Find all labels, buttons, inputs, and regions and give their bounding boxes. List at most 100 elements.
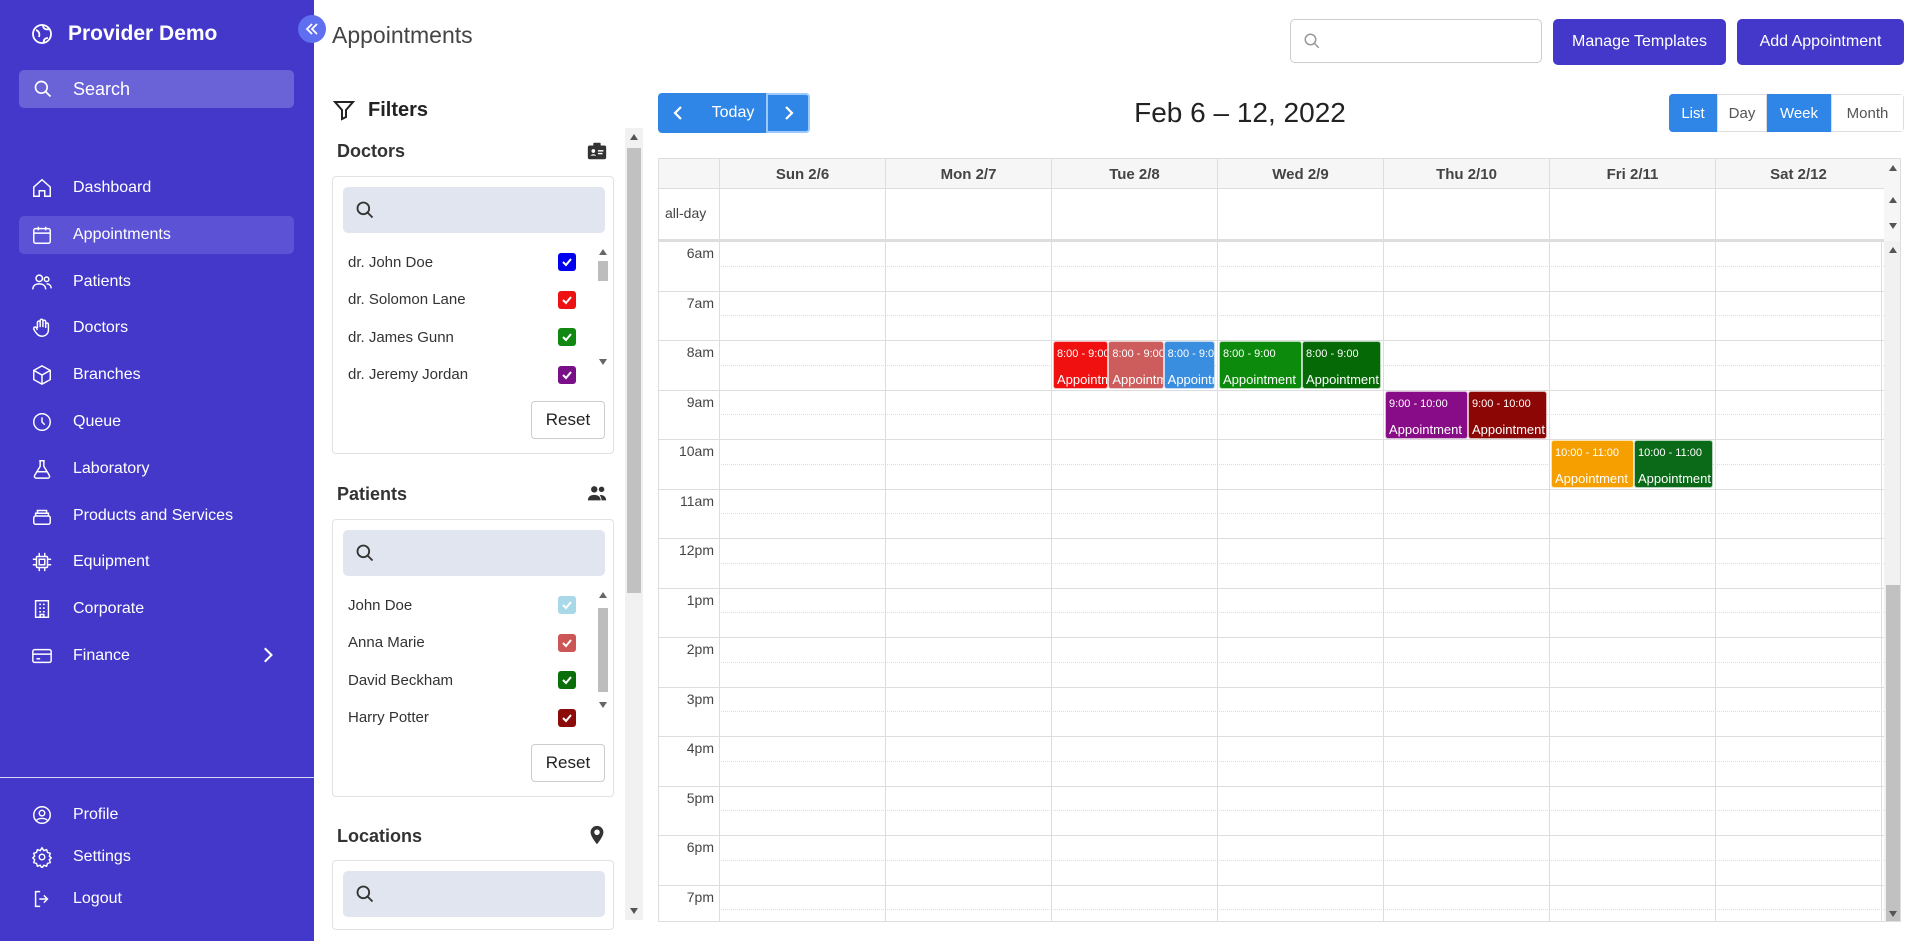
prev-week-button[interactable] — [658, 93, 700, 133]
sidebar-item-products-and-services[interactable]: Products and Services — [19, 497, 294, 535]
brand[interactable]: Provider Demo — [30, 22, 217, 46]
users-icon — [32, 273, 52, 289]
doctors-reset-button[interactable]: Reset — [531, 401, 605, 439]
doctors-list-scrollbar[interactable] — [595, 247, 611, 367]
day-column-divider — [1715, 241, 1716, 921]
view-week-button[interactable]: Week — [1767, 94, 1831, 132]
sidebar-item-label: Products and Services — [73, 506, 234, 524]
sidebar-item-equipment[interactable]: Equipment — [19, 543, 294, 581]
add-appointment-button[interactable]: Add Appointment — [1737, 19, 1904, 65]
doctor-filter-checkbox[interactable] — [558, 290, 576, 309]
hour-line — [659, 587, 1884, 589]
users-icon — [587, 486, 607, 501]
hour-label: 7pm — [686, 888, 714, 905]
week-calendar: Sun 2/6 Mon 2/7 Tue 2/8 Wed 2/9 Thu 2/10 Fri … — [658, 158, 1901, 922]
search-icon — [34, 80, 52, 98]
search-icon — [356, 201, 374, 219]
sidebar-item-appointments[interactable]: Appointments — [19, 215, 294, 254]
id-card-icon — [587, 142, 607, 160]
appointment-event[interactable]: 9:00 - 10:00 Appointment — [1385, 390, 1468, 439]
doctors-search-input[interactable] — [343, 187, 605, 233]
hour-line — [659, 290, 1884, 292]
cube-icon — [33, 365, 51, 386]
today-button[interactable]: Today — [700, 93, 766, 133]
all-day-column-divider — [719, 189, 720, 241]
collapse-sidebar-button[interactable] — [298, 15, 326, 43]
view-month-button[interactable]: Month — [1831, 94, 1904, 132]
hour-label: 5pm — [686, 789, 714, 806]
stack-icon — [33, 509, 51, 525]
patient-filter-checkbox[interactable] — [558, 596, 576, 614]
sidebar-item-label: Finance — [73, 647, 130, 664]
appointment-event[interactable]: 8:00 - 9:00 Appointment — [1108, 341, 1164, 389]
sidebar-item-settings[interactable]: Settings — [19, 838, 294, 876]
doctor-filter-checkbox[interactable] — [558, 253, 576, 271]
doctor-filter-checkbox[interactable] — [558, 365, 576, 384]
sidebar-item-doctors[interactable]: Doctors — [19, 309, 294, 347]
half-hour-line — [719, 612, 1884, 614]
doctor-filter-checkbox[interactable] — [558, 328, 576, 346]
hour-line — [659, 538, 1884, 539]
appointment-event[interactable]: 8:00 - 9:00 Appointment — [1163, 341, 1215, 389]
patients-search-input[interactable] — [343, 530, 605, 576]
patients-list-scrollbar[interactable] — [595, 590, 611, 710]
patients-reset-button[interactable]: Reset — [531, 744, 605, 782]
day-column-divider — [885, 241, 886, 921]
search-icon — [356, 544, 374, 562]
patient-filter-checkbox[interactable] — [558, 671, 576, 689]
appointment-event[interactable]: 8:00 - 9:00 Appointment — [1219, 341, 1302, 389]
patient-filter-item: David Beckham — [348, 671, 454, 689]
locations-search-input[interactable] — [343, 871, 605, 917]
appointment-event[interactable]: 10:00 - 11:00 Appointment — [1551, 440, 1634, 488]
event-title: Appointment — [1555, 471, 1628, 486]
manage-templates-button[interactable]: Manage Templates — [1553, 19, 1726, 65]
all-day-row[interactable]: all-day — [659, 189, 1884, 241]
day-header: Wed 2/9 — [1217, 159, 1383, 189]
day-header: Fri 2/11 — [1549, 159, 1715, 189]
all-day-column-divider — [885, 189, 886, 241]
hour-label: 6pm — [686, 839, 714, 855]
sidebar-item-patients[interactable]: Patients — [19, 263, 294, 301]
sidebar-item-profile[interactable]: Profile — [19, 796, 294, 834]
sidebar-item-dashboard[interactable]: Dashboard — [19, 169, 294, 207]
sidebar-item-laboratory[interactable]: Laboratory — [19, 450, 294, 488]
sidebar-item-finance[interactable]: Finance — [19, 637, 294, 675]
half-hour-line — [719, 909, 1884, 911]
next-week-button[interactable] — [766, 93, 810, 133]
hour-line — [659, 389, 1884, 391]
event-time: 9:00 - 10:00 — [1389, 397, 1448, 410]
event-title: Appointment — [1472, 421, 1545, 437]
appointment-event[interactable]: 8:00 - 9:00 Appointment — [1053, 341, 1109, 389]
calendar-view-switcher: List Day Week Month — [1669, 94, 1904, 132]
filters-header: Filters — [332, 98, 428, 122]
locations-filter-card — [332, 860, 614, 930]
sidebar-item-logout[interactable]: Logout — [19, 880, 294, 918]
view-day-button[interactable]: Day — [1717, 94, 1767, 132]
filters-panel-scrollbar[interactable] — [625, 128, 643, 920]
appointment-event[interactable]: 10:00 - 11:00 Appointment — [1634, 440, 1713, 488]
view-list-button[interactable]: List — [1669, 94, 1717, 132]
appointment-event[interactable]: 9:00 - 10:00 Appointment — [1468, 390, 1547, 439]
appointment-event[interactable]: 8:00 - 9:00 Appointment — [1302, 341, 1381, 389]
calendar-scrollbar[interactable] — [1884, 241, 1900, 921]
hour-line — [659, 835, 1884, 836]
hour-label: 9am — [686, 393, 714, 410]
sidebar-item-corporate[interactable]: Corporate — [19, 590, 294, 628]
logout-icon — [34, 890, 49, 908]
card-icon — [32, 648, 52, 664]
patient-filter-checkbox[interactable] — [558, 633, 576, 652]
sidebar-item-branches[interactable]: Branches — [19, 356, 294, 394]
all-day-column-divider — [1383, 189, 1384, 241]
sidebar-item-queue[interactable]: Queue — [19, 403, 294, 441]
sidebar-search[interactable]: Search — [19, 70, 294, 108]
brand-name: Provider Demo — [68, 22, 218, 45]
hour-label: 11am — [680, 492, 714, 509]
patients-filter-card: John Doe Anna Marie David Beckham Harry Pot… — [332, 519, 614, 797]
doctor-filter-item: dr. Solomon Lane — [348, 291, 466, 308]
appointment-search-input[interactable] — [1290, 19, 1542, 63]
patient-filter-checkbox[interactable] — [558, 708, 576, 727]
all-day-column-divider — [1217, 189, 1218, 241]
calendar-header-scrollbar[interactable] — [1884, 159, 1900, 241]
day-header: Tue 2/8 — [1051, 159, 1217, 189]
day-column-divider — [1881, 241, 1882, 921]
